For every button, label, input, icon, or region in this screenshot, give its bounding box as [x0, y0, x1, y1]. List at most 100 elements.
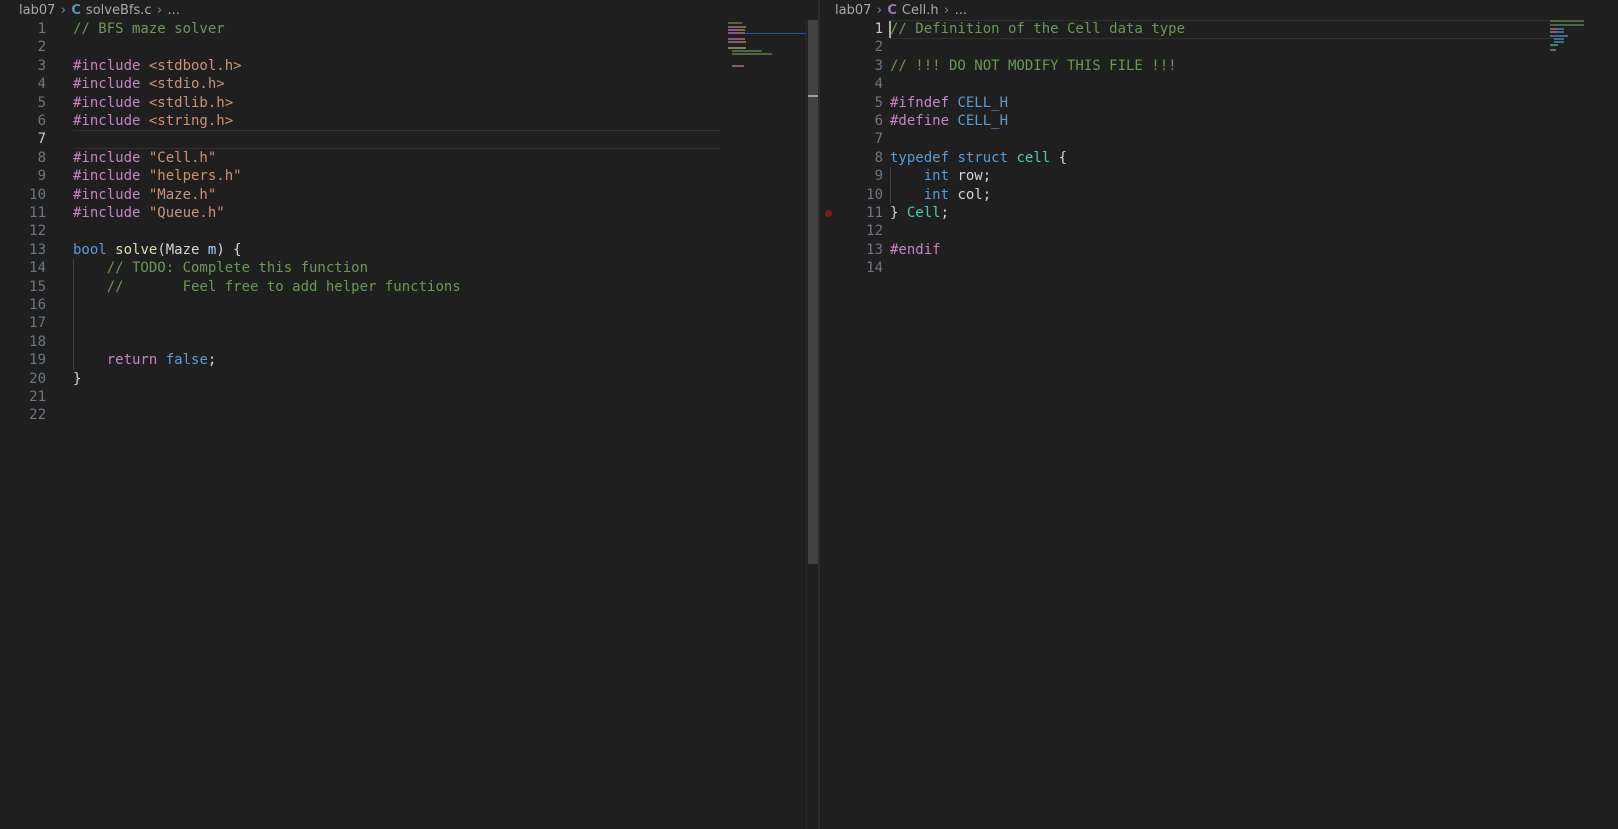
scrollbar-thumb[interactable] — [808, 20, 818, 564]
line-number: 4 — [874, 76, 883, 93]
chevron-right-icon: › — [943, 2, 950, 18]
line-number: 22 — [29, 407, 46, 424]
chevron-right-icon: › — [156, 2, 163, 18]
line-number: 20 — [29, 370, 46, 387]
code-token: col; — [949, 186, 992, 203]
code-token: // Definition of the Cell data type — [890, 21, 1186, 37]
code-token: #ifndef — [890, 94, 958, 111]
chevron-right-icon: › — [60, 2, 66, 18]
code-token: <string.h> — [148, 113, 234, 129]
vertical-scrollbar[interactable] — [806, 20, 818, 829]
line-number: 2 — [37, 39, 46, 56]
code-token: // Feel free to add helper functions — [106, 278, 461, 295]
code-token: { — [1050, 149, 1068, 166]
code-token: #include — [73, 205, 149, 221]
breadcrumb-folder[interactable]: lab07 — [835, 3, 871, 18]
code-line[interactable]: 7 — [0, 130, 818, 150]
code-token: "Maze.h" — [148, 186, 217, 203]
code-token: false — [165, 352, 208, 369]
code-token: } — [890, 205, 907, 221]
code-token: #define — [890, 113, 958, 129]
code-token: #include — [73, 76, 149, 93]
chevron-right-icon: › — [876, 2, 882, 18]
minimap[interactable] — [1548, 20, 1608, 60]
code-token: <stdio.h> — [148, 76, 225, 93]
breakpoint-icon[interactable] — [825, 210, 832, 217]
line-number: 3 — [874, 57, 883, 74]
code-token: #include — [73, 149, 149, 166]
code-line[interactable]: 7 — [820, 130, 1618, 149]
code-line[interactable]: 9 #include "helpers.h" — [0, 167, 818, 186]
code-line[interactable]: 13 #endif — [820, 241, 1618, 260]
code-text: } — [73, 370, 81, 389]
code-line[interactable]: 13 bool solve(Maze m) { — [0, 241, 818, 260]
breadcrumb-file[interactable]: solveBfs.c — [86, 3, 152, 18]
code-line[interactable]: 1 // Definition of the Cell data type — [820, 20, 1618, 39]
code-line[interactable]: 22 — [0, 406, 818, 425]
code-line[interactable]: 11 #include "Queue.h" — [0, 204, 818, 223]
breadcrumb-folder[interactable]: lab07 — [19, 3, 55, 18]
code-editor[interactable]: 1 // Definition of the Cell data type 2 3 //… — [820, 20, 1618, 829]
code-line[interactable]: 3 #include <stdbool.h> — [0, 57, 818, 76]
code-line[interactable]: 6 #include <string.h> — [0, 112, 818, 131]
code-token: struct — [957, 149, 1009, 166]
line-number: 16 — [29, 297, 46, 313]
line-number: 1 — [874, 21, 883, 37]
breadcrumb-file[interactable]: Cell.h — [902, 3, 939, 18]
line-number: 11 — [29, 205, 46, 221]
code-line[interactable]: 5 #include <stdlib.h> — [0, 94, 818, 113]
minimap[interactable] — [724, 20, 806, 80]
scrollbar-cursor-marker — [808, 95, 818, 97]
code-text: // !!! DO NOT MODIFY THIS FILE !!! — [890, 57, 1177, 76]
code-line[interactable]: 16 — [0, 296, 818, 315]
code-line[interactable]: 12 — [820, 222, 1618, 241]
code-line[interactable]: 4 — [820, 75, 1618, 94]
code-line[interactable]: 10 #include "Maze.h" — [0, 186, 818, 205]
code-text: #ifndef CELL_H — [890, 94, 1008, 113]
code-line[interactable]: 19 return false; — [0, 351, 818, 370]
code-editor[interactable]: 1 // BFS maze solver 2 3 #include <stdbool.h… — [0, 20, 818, 829]
code-line[interactable]: 21 — [0, 388, 818, 407]
code-line[interactable]: 2 — [820, 38, 1618, 57]
code-line[interactable]: 10 int col; — [820, 186, 1618, 205]
code-token: #include — [73, 186, 149, 203]
code-text: typedef struct cell { — [890, 149, 1067, 168]
line-number: 14 — [29, 260, 46, 277]
text-cursor — [889, 21, 891, 38]
code-line[interactable]: 1 // BFS maze solver — [0, 20, 818, 39]
code-token: solve — [115, 241, 158, 258]
code-line[interactable]: 8 typedef struct cell { — [820, 149, 1618, 168]
code-line[interactable]: 17 — [0, 314, 818, 333]
code-line[interactable]: 2 — [0, 38, 818, 57]
line-number: 5 — [874, 94, 883, 111]
code-line[interactable]: 14 // TODO: Complete this function — [0, 259, 818, 278]
code-text: #include <stdlib.h> — [73, 94, 233, 113]
code-line[interactable]: 18 — [0, 333, 818, 352]
code-text: #include <stdio.h> — [73, 75, 225, 94]
code-line[interactable]: 15 // Feel free to add helper functions — [0, 278, 818, 297]
code-line[interactable]: 3 // !!! DO NOT MODIFY THIS FILE !!! — [820, 57, 1618, 76]
code-line[interactable]: 11} Cell; — [820, 204, 1618, 223]
code-line[interactable]: 12 — [0, 222, 818, 241]
code-text: // TODO: Complete this function — [73, 259, 368, 278]
code-line[interactable]: 6 #define CELL_H — [820, 112, 1618, 131]
code-token: ; — [207, 352, 217, 369]
c-header-file-icon: C — [887, 2, 897, 18]
code-text: #include "Maze.h" — [73, 186, 216, 205]
code-line[interactable]: 9 int row; — [820, 167, 1618, 186]
code-token: <stdbool.h> — [148, 57, 242, 74]
code-line[interactable]: 4 #include <stdio.h> — [0, 75, 818, 94]
breadcrumb-symbols[interactable]: ... — [955, 3, 967, 18]
code-text: bool solve(Maze m) { — [73, 241, 242, 260]
code-line[interactable]: 8 #include "Cell.h" — [0, 149, 818, 168]
line-number: 6 — [37, 113, 46, 129]
line-number: 12 — [866, 223, 883, 240]
code-line[interactable]: 20} — [0, 370, 818, 389]
line-number: 4 — [37, 76, 46, 93]
breadcrumb-symbols[interactable]: ... — [168, 3, 180, 18]
code-line[interactable]: 14 — [820, 259, 1618, 278]
code-line[interactable]: 5 #ifndef CELL_H — [820, 94, 1618, 113]
